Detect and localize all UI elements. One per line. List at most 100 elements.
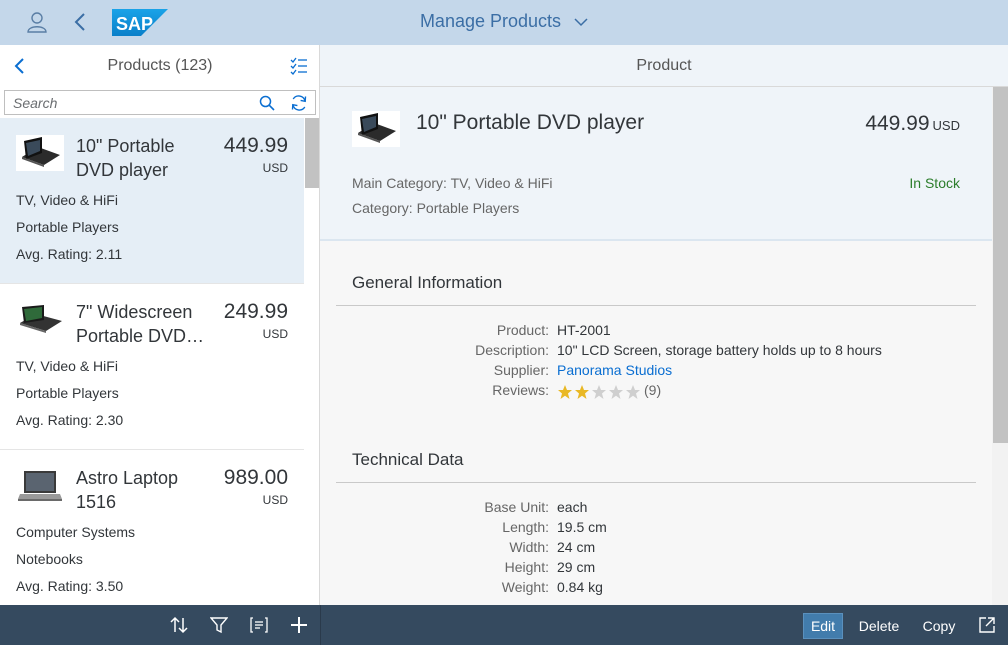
shell-bar: SAP Manage Products [0,0,1008,45]
star-filled-icon [575,384,589,399]
object-header: 10" Portable DVD player 449.99 USD Main C… [320,87,992,241]
search-icon[interactable] [259,95,275,111]
product-price: 249.99 [223,300,288,323]
product-subcategory: Notebooks [16,551,83,567]
product-currency: USD [262,493,288,507]
search-field [4,90,316,115]
form-row-description: Description: 10" LCD Screen, storage bat… [320,342,992,362]
form-label: Weight: [501,579,549,595]
object-price: 449.99 USD [865,112,960,136]
form-label: Base Unit: [484,499,549,515]
form-row-width: Width: 24 cm [320,539,992,559]
section-title-technical: Technical Data [352,450,464,469]
app-title-menu[interactable]: Manage Products [0,11,1008,32]
app-title: Manage Products [419,11,562,31]
form-value: each [557,499,588,515]
detail-panel: Product 10" Portable DVD player 449.99 US… [320,45,1008,605]
product-name: 10" Portable DVD player [76,136,175,180]
section-divider [336,305,976,306]
product-rating: Avg. Rating: 2.30 [16,412,124,428]
list-item[interactable]: 7" Widescreen Portable DVD… 249.99 USD T… [0,284,304,450]
product-subcategory: Portable Players [16,219,119,235]
product-category: TV, Video & HiFi [16,192,118,208]
product-currency: USD [262,327,288,341]
detail-header: Product [320,45,1008,87]
form-value: HT-2001 [557,322,611,338]
form-row-weight: Weight: 0.84 kg [320,579,992,599]
section-divider [336,482,976,483]
list-item[interactable]: 10" Portable DVD player 449.99 USD TV, V… [0,118,304,284]
form-label: Product: [496,322,549,338]
group-icon[interactable] [250,616,268,634]
copy-button[interactable]: Copy [914,613,964,639]
form-value: 29 cm [557,559,596,575]
product-category: TV, Video & HiFi [16,358,118,374]
add-icon[interactable] [290,616,308,634]
product-list: 10" Portable DVD player 449.99 USD TV, V… [0,118,304,605]
review-count: (9) [644,382,662,398]
rating-stars [557,383,642,400]
product-price: 449.99 [223,134,288,157]
form-label: Supplier: [493,362,549,378]
form-label: Reviews: [492,382,549,398]
product-name: 7" Widescreen Portable DVD… [76,302,205,346]
search-input[interactable] [13,94,248,112]
chevron-down-icon [574,18,588,27]
object-price-value: 449.99 [865,112,930,135]
form-row-reviews: Reviews: (9) [320,382,992,402]
master-header: Products (123) [0,45,320,87]
form-row-base-unit: Base Unit: each [320,499,992,519]
product-rating: Avg. Rating: 2.11 [16,246,123,262]
form-row-length: Length: 19.5 cm [320,519,992,539]
form-label: Height: [504,559,549,575]
share-icon[interactable] [978,616,996,634]
form-value: 10" LCD Screen, storage battery holds up… [557,342,882,358]
star-empty-icon [609,384,623,399]
refresh-icon[interactable] [290,94,308,112]
product-name: Astro Laptop 1516 [76,468,179,512]
section-title-general: General Information [352,273,503,292]
form-label: Width: [509,539,549,555]
delete-button[interactable]: Delete [852,613,906,639]
supplier-link[interactable]: Panorama Studios [557,362,672,378]
list-scrollbar-track[interactable] [304,118,319,605]
product-subcategory: Portable Players [16,385,119,401]
multi-select-icon[interactable] [290,57,308,75]
star-filled-icon [558,384,572,399]
form-value: 19.5 cm [557,519,607,535]
laptop-thumbnail [16,467,64,503]
form-label: Description: [475,342,549,358]
edit-button[interactable]: Edit [803,613,843,639]
dvd-player-thumbnail [352,111,400,147]
dvd-player-thumbnail [16,301,64,337]
product-currency: USD [262,161,288,175]
status-badge: In Stock [909,175,960,191]
detail-footer-toolbar: Edit Delete Copy [320,605,1008,645]
form-value: 24 cm [557,539,596,555]
product-rating: Avg. Rating: 3.50 [16,578,124,594]
form-row-product: Product: HT-2001 [320,322,992,342]
detail-title: Product [636,57,692,74]
dvd-player-thumbnail [16,135,64,171]
master-footer-toolbar [0,605,320,645]
sort-icon[interactable] [170,616,188,634]
list-scrollbar-thumb[interactable] [305,118,319,188]
filter-icon[interactable] [210,616,228,634]
object-price-currency: USD [932,118,960,133]
detail-scrollbar-thumb[interactable] [993,87,1008,443]
object-category: Category: Portable Players [352,200,520,216]
rating-indicator[interactable]: (9) [557,382,661,400]
star-empty-icon [626,384,640,399]
star-empty-icon [592,384,606,399]
product-price: 989.00 [223,466,288,489]
master-panel: Products (123) Search 10" Portable DVD p… [0,45,320,605]
form-row-supplier: Supplier: Panorama Studios [320,362,992,382]
list-item[interactable]: Astro Laptop 1516 989.00 USD Computer Sy… [0,450,304,605]
master-title: Products (123) [107,57,213,74]
object-title: 10" Portable DVD player [416,111,645,134]
product-category: Computer Systems [16,524,136,540]
form-row-height: Height: 29 cm [320,559,992,579]
form-value: 0.84 kg [557,579,603,595]
form-label: Length: [502,519,549,535]
object-main-category: Main Category: TV, Video & HiFi [352,175,553,191]
